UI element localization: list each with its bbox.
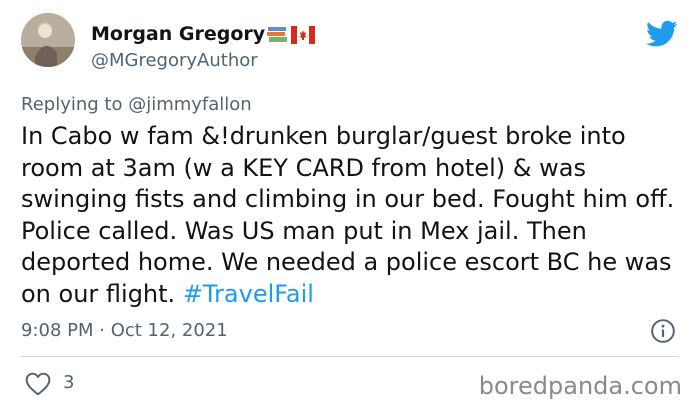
tweet-text: In Cabo w fam &!drunken burglar/guest br… bbox=[21, 121, 681, 310]
tweet-timestamp[interactable]: 9:08 PM · Oct 12, 2021 bbox=[21, 320, 228, 342]
tweet-card: Morgan Gregory @MGregoryAuthor Replying … bbox=[0, 0, 700, 410]
hashtag-link[interactable]: #TravelFail bbox=[183, 280, 314, 308]
author-badges bbox=[267, 26, 315, 44]
reply-prefix: Replying to bbox=[21, 94, 129, 115]
heart-icon[interactable] bbox=[25, 372, 51, 396]
divider bbox=[21, 356, 679, 357]
author-handle[interactable]: @MGregoryAuthor bbox=[91, 50, 258, 72]
reply-context: Replying to @jimmyfallon bbox=[21, 94, 252, 116]
reply-to-handle[interactable]: @jimmyfallon bbox=[128, 94, 252, 115]
avatar[interactable] bbox=[21, 13, 75, 67]
canada-flag-icon bbox=[291, 26, 315, 44]
info-icon[interactable] bbox=[650, 318, 676, 344]
twitter-bird-icon[interactable] bbox=[646, 20, 678, 48]
display-name[interactable]: Morgan Gregory bbox=[91, 22, 265, 46]
like-count: 3 bbox=[63, 372, 75, 393]
books-icon bbox=[267, 27, 287, 42]
watermark: boredpanda.com bbox=[478, 372, 682, 400]
tweet-body: In Cabo w fam &!drunken burglar/guest br… bbox=[21, 122, 675, 308]
